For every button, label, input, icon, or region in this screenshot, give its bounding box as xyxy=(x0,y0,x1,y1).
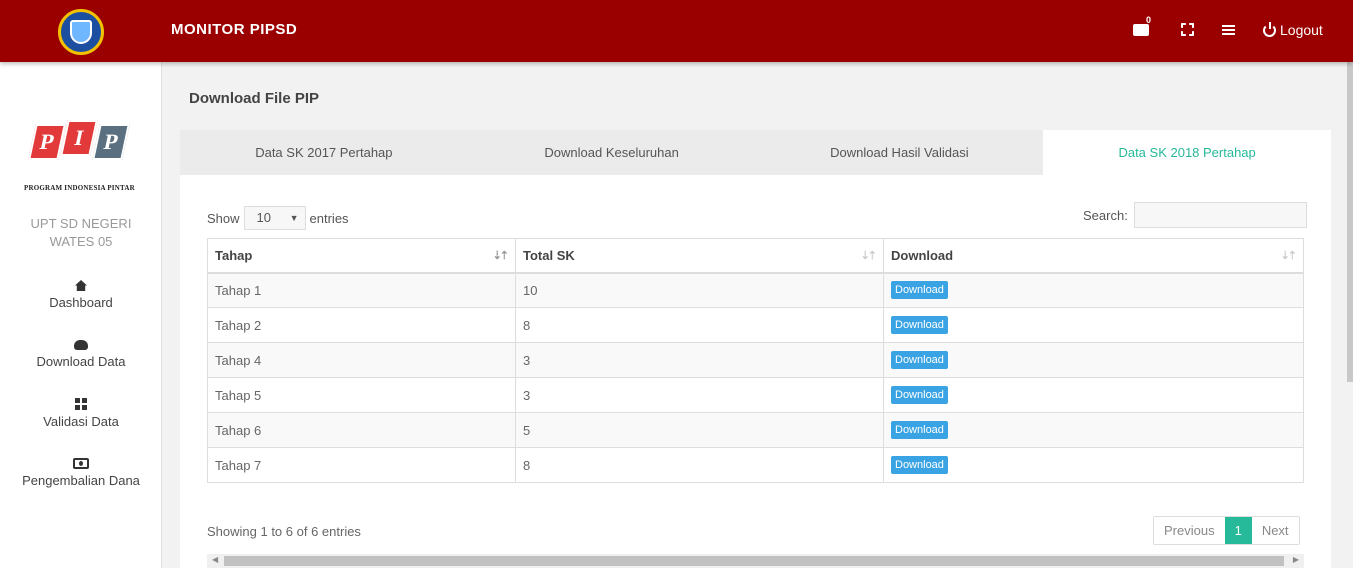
pagination: Previous 1 Next xyxy=(1153,516,1300,545)
download-button[interactable]: Download xyxy=(891,386,948,404)
cell-total-sk: 8 xyxy=(515,307,884,343)
download-button[interactable]: Download xyxy=(891,351,948,369)
pip-logo: P I P xyxy=(28,120,140,174)
caret-down-icon: ▼ xyxy=(289,213,299,223)
column-header-total-sk[interactable]: Total SK ⇣⇡ xyxy=(515,238,884,274)
tab-data-sk-2017[interactable]: Data SK 2017 Pertahap xyxy=(180,130,468,175)
tab-data-sk-2018[interactable]: Data SK 2018 Pertahap xyxy=(1043,130,1331,175)
table-row: Tahap 5 3 Download xyxy=(207,377,1304,413)
search-input[interactable] xyxy=(1133,202,1307,228)
school-name-line: WATES 05 xyxy=(49,234,113,249)
table-header-row: Tahap ⇣⇡ Total SK ⇣⇡ Download ⇣⇡ xyxy=(207,238,1304,274)
cloud-download-icon xyxy=(74,340,88,350)
ministry-logo-icon xyxy=(58,9,104,55)
entries-label: entries xyxy=(309,210,349,226)
pip-logo-caption: PROGRAM INDONESIA PINTAR xyxy=(24,184,135,192)
cell-total-sk: 3 xyxy=(515,377,884,413)
show-label: Show xyxy=(207,210,240,226)
sidebar-item-label: Dashboard xyxy=(49,295,113,310)
scrollbar-thumb[interactable] xyxy=(224,556,1284,566)
tab-download-hasil-validasi[interactable]: Download Hasil Validasi xyxy=(756,130,1044,175)
column-header-tahap[interactable]: Tahap ⇣⇡ xyxy=(207,238,516,274)
content-panel: Data SK 2017 Pertahap Download Keseluruh… xyxy=(180,130,1331,568)
entries-select-value: 10 xyxy=(256,210,271,225)
download-button[interactable]: Download xyxy=(891,316,948,334)
cell-download: Download xyxy=(883,272,1304,308)
cell-download: Download xyxy=(883,447,1304,483)
mail-icon[interactable] xyxy=(1133,24,1149,36)
cell-tahap: Tahap 6 xyxy=(207,412,516,448)
sort-icon: ⇣⇡ xyxy=(1280,250,1298,262)
sidebar-item-pengembalian-dana[interactable]: Pengembalian Dana xyxy=(0,458,162,488)
logout-label: Logout xyxy=(1280,22,1323,38)
sidebar: P I P PROGRAM INDONESIA PINTAR UPT SD NE… xyxy=(0,62,162,568)
cell-download: Download xyxy=(883,377,1304,413)
sidebar-item-download-data[interactable]: Download Data xyxy=(0,340,162,369)
pagination-previous[interactable]: Previous xyxy=(1154,517,1225,544)
table-info: Showing 1 to 6 of 6 entries xyxy=(207,524,361,539)
sort-asc-icon: ⇣⇡ xyxy=(492,250,510,262)
table-row: Tahap 4 3 Download xyxy=(207,342,1304,378)
sidebar-item-label: Pengembalian Dana xyxy=(22,473,140,488)
school-name: UPT SD NEGERI WATES 05 xyxy=(0,215,162,251)
sidebar-item-validasi-data[interactable]: Validasi Data xyxy=(0,398,162,429)
top-navbar: MONITOR PIPSD 0 Logout xyxy=(0,0,1353,62)
school-name-line: UPT SD NEGERI xyxy=(30,216,132,231)
search-label: Search: xyxy=(1083,207,1128,223)
power-icon xyxy=(1263,21,1276,37)
cell-tahap: Tahap 2 xyxy=(207,307,516,343)
app-title: MONITOR PIPSD xyxy=(171,21,298,38)
cell-download: Download xyxy=(883,412,1304,448)
pip-logo-letter: I xyxy=(60,120,98,156)
cell-tahap: Tahap 7 xyxy=(207,447,516,483)
vertical-scrollbar[interactable] xyxy=(1347,62,1353,382)
table-row: Tahap 7 8 Download xyxy=(207,447,1304,483)
tab-bar: Data SK 2017 Pertahap Download Keseluruh… xyxy=(180,130,1331,175)
pagination-next[interactable]: Next xyxy=(1252,517,1299,544)
cell-tahap: Tahap 1 xyxy=(207,272,516,308)
fullscreen-icon[interactable] xyxy=(1181,23,1194,36)
cell-total-sk: 8 xyxy=(515,447,884,483)
sidebar-item-label: Download Data xyxy=(36,354,126,369)
table-row: Tahap 2 8 Download xyxy=(207,307,1304,343)
pagination-page-1[interactable]: 1 xyxy=(1224,517,1252,544)
cell-total-sk: 3 xyxy=(515,342,884,378)
column-header-label: Tahap xyxy=(215,247,253,263)
column-header-download[interactable]: Download ⇣⇡ xyxy=(883,238,1304,274)
table-row: Tahap 6 5 Download xyxy=(207,412,1304,448)
horizontal-scrollbar[interactable]: ◀ ▶ xyxy=(207,554,1304,568)
cell-tahap: Tahap 4 xyxy=(207,342,516,378)
entries-select[interactable]: 10 ▼ xyxy=(243,206,306,230)
scroll-left-icon[interactable]: ◀ xyxy=(212,555,218,564)
tab-download-keseluruhan[interactable]: Download Keseluruhan xyxy=(468,130,756,175)
table-row: Tahap 1 10 Download xyxy=(207,272,1304,308)
download-button[interactable]: Download xyxy=(891,421,948,439)
sort-icon: ⇣⇡ xyxy=(860,250,878,262)
page-title: Download File PIP xyxy=(189,90,320,107)
sk-table: Tahap ⇣⇡ Total SK ⇣⇡ Download ⇣⇡ Tahap 1 10… xyxy=(207,238,1304,483)
cell-download: Download xyxy=(883,307,1304,343)
cell-tahap: Tahap 5 xyxy=(207,377,516,413)
menu-toggle-icon[interactable] xyxy=(1222,25,1235,35)
grid-icon xyxy=(75,398,87,410)
logout-button[interactable]: Logout xyxy=(1263,21,1323,38)
download-button[interactable]: Download xyxy=(891,281,948,300)
cell-total-sk: 5 xyxy=(515,412,884,448)
money-icon xyxy=(73,458,89,469)
column-header-label: Total SK xyxy=(523,247,575,263)
sidebar-item-label: Validasi Data xyxy=(43,414,119,429)
cell-total-sk: 10 xyxy=(515,272,884,308)
home-icon xyxy=(75,280,87,291)
sidebar-item-dashboard[interactable]: Dashboard xyxy=(0,280,162,310)
mail-count-badge: 0 xyxy=(1146,15,1152,25)
scroll-right-icon[interactable]: ▶ xyxy=(1293,555,1299,564)
table-search: Search: xyxy=(1083,202,1307,228)
column-header-label: Download xyxy=(891,247,954,263)
download-button[interactable]: Download xyxy=(891,456,948,474)
cell-download: Download xyxy=(883,342,1304,378)
pip-logo-letter: P xyxy=(92,124,130,160)
entries-length-control: Show 10 ▼ entries xyxy=(207,206,349,230)
